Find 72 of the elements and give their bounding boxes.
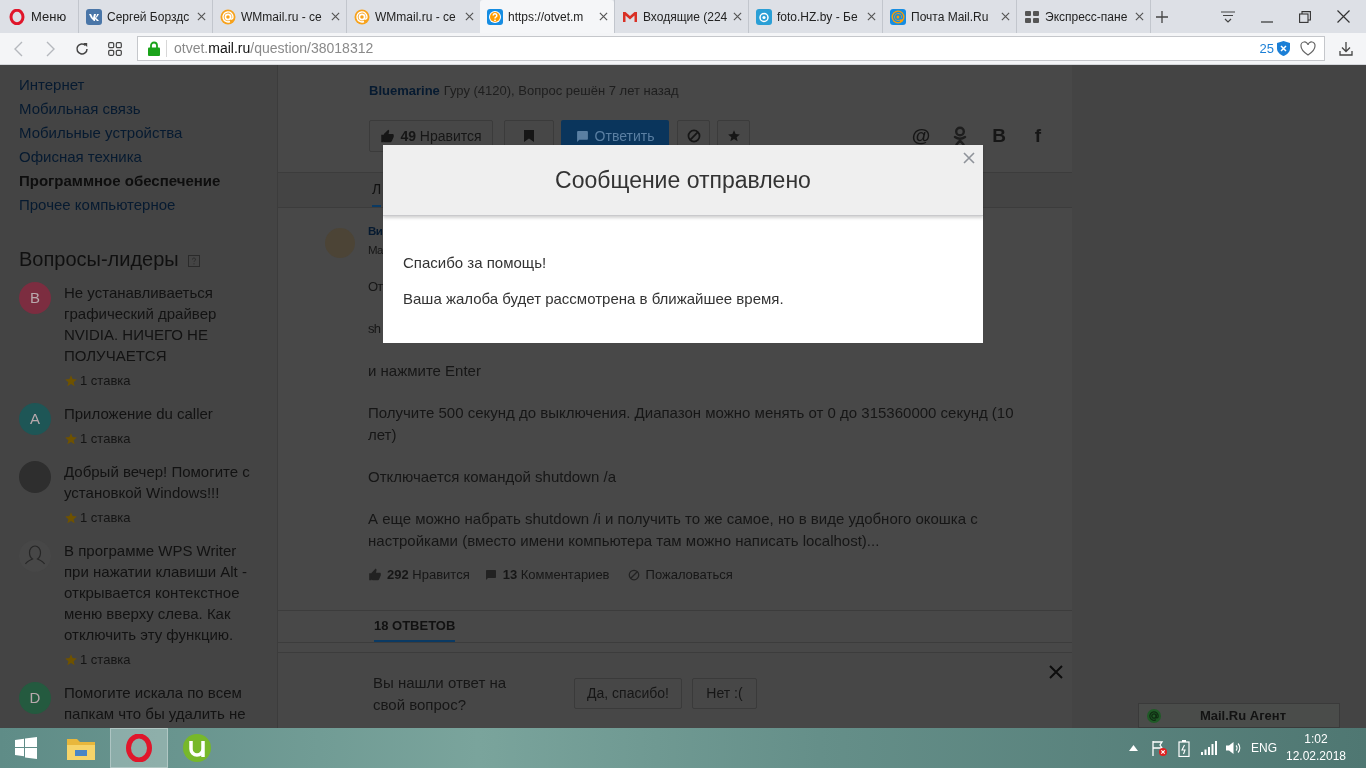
share-link[interactable]: @ [911, 125, 931, 147]
browser-tab[interactable]: https://otvet.m [480, 0, 614, 33]
speaker-icon[interactable] [1225, 741, 1242, 755]
download-icon[interactable] [1338, 41, 1353, 56]
at-sign-logo-icon [890, 8, 906, 25]
dialog-text: Спасибо за помощь! [403, 253, 547, 273]
category-link[interactable]: Мобильные устройства [19, 121, 183, 145]
close-icon[interactable] [733, 12, 742, 21]
star-icon [64, 374, 78, 388]
dialog-title: Сообщение отправлено [555, 165, 811, 195]
grid-icon[interactable] [108, 41, 122, 56]
author-link[interactable]: Ви [368, 222, 383, 241]
url-text: otvet.mail.ru/question/38018312 [174, 39, 374, 58]
taskbar-app-button[interactable] [110, 728, 168, 768]
lock-icon [148, 41, 160, 56]
close-icon[interactable] [1337, 10, 1350, 23]
at-sign-logo-icon [354, 8, 370, 25]
star-icon [726, 129, 741, 143]
shield-icon [1277, 41, 1290, 56]
category-link[interactable]: Мобильная связь [19, 97, 141, 121]
answers-count-tab[interactable]: 18 ОТВЕТОВ [374, 610, 456, 642]
opera-logo-icon [125, 734, 153, 762]
star-icon [64, 511, 78, 525]
author-link[interactable]: Bluemarine [369, 82, 440, 100]
category-link[interactable]: Интернет [19, 73, 85, 97]
utorrent-logo-icon [183, 734, 211, 762]
user-avatar: D [19, 682, 51, 714]
close-icon[interactable] [465, 12, 474, 21]
ring-logo-icon [756, 8, 772, 25]
language-indicator[interactable]: ENG [1246, 739, 1282, 757]
block-icon [686, 129, 701, 143]
opera-logo-icon [9, 8, 25, 25]
reload-icon[interactable] [75, 41, 89, 56]
close-icon[interactable] [599, 12, 608, 21]
plus-icon[interactable] [1155, 10, 1168, 23]
close-icon[interactable] [1001, 12, 1010, 21]
category-link[interactable]: Офисная техника [19, 145, 142, 169]
clock-date: 12.02.2018 [1285, 748, 1347, 765]
chat-bubble-icon [484, 568, 497, 581]
chat-bubble-icon [575, 129, 589, 143]
bookmark-icon [524, 130, 534, 142]
signal-bars-icon[interactable] [1200, 741, 1217, 755]
close-icon[interactable] [331, 12, 340, 21]
thumbs-up-icon [368, 567, 382, 582]
star-icon [64, 432, 78, 446]
close-icon[interactable] [1135, 12, 1144, 21]
clock-time: 1:02 [1304, 731, 1328, 748]
address-field[interactable]: otvet.mail.ru/question/38018312 25 [137, 36, 1325, 61]
user-avatar: B [19, 282, 51, 314]
heart-icon[interactable] [1300, 41, 1316, 56]
tab-menu-icon[interactable] [1221, 10, 1235, 23]
thumbs-up-icon [380, 128, 396, 144]
user-avatar: A [19, 403, 51, 435]
star-icon [64, 653, 78, 667]
windows-logo-icon[interactable] [15, 737, 37, 759]
vk-logo-icon [86, 8, 102, 25]
question-icon [487, 8, 503, 25]
grid-icon [1024, 8, 1040, 25]
agent-panel-button[interactable]: Mail.Ru Агент [1138, 703, 1340, 728]
flag-icon[interactable] [1150, 740, 1167, 756]
ad-blocker-button[interactable]: 25 [1259, 38, 1290, 59]
menu-button[interactable]: Меню [0, 0, 78, 33]
close-icon[interactable] [197, 12, 206, 21]
restore-icon[interactable] [1299, 10, 1311, 23]
block-icon [627, 568, 640, 581]
category-link[interactable]: Прочее компьютерное [19, 193, 176, 217]
close-icon[interactable] [867, 12, 876, 21]
at-sign-logo-icon [1147, 708, 1161, 723]
dialog-text: Ваша жалоба будет рассмотрена в ближайшее время. [403, 289, 784, 309]
chevron-up-icon[interactable] [1129, 745, 1138, 751]
battery-icon[interactable] [1177, 739, 1190, 757]
at-sign-logo-icon [220, 8, 236, 25]
